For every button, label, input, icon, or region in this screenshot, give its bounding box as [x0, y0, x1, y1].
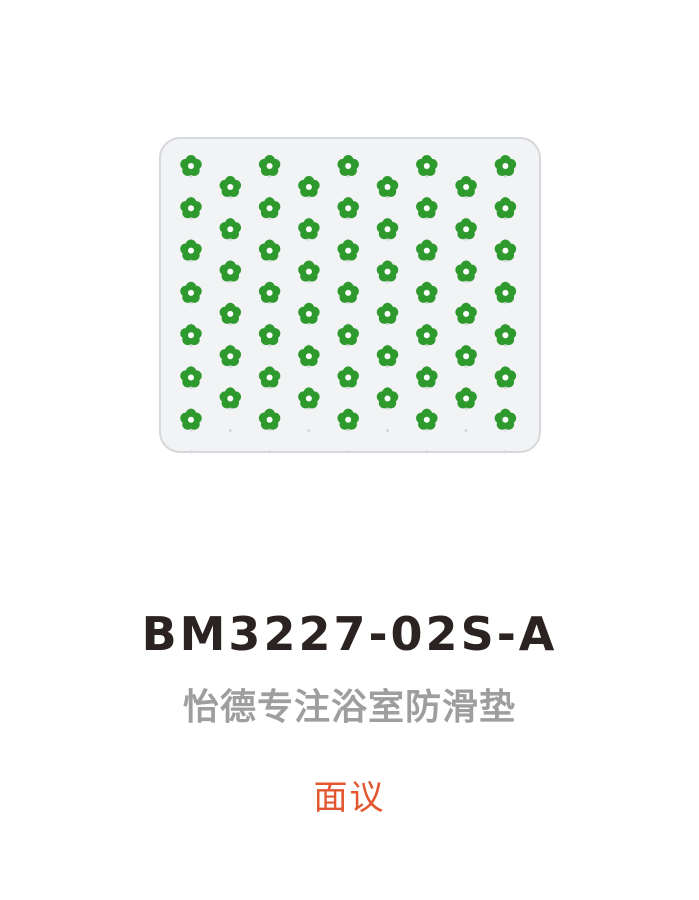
mat-drainage-hole	[503, 450, 507, 454]
mat-drainage-hole	[385, 428, 390, 433]
mat-drainage-hole	[346, 450, 350, 454]
product-image	[158, 136, 542, 454]
mat-drainage-hole	[268, 450, 272, 454]
product-name: 怡德专注浴室防滑垫	[182, 687, 516, 728]
price-label: 面议	[313, 778, 386, 818]
mat-drainage-hole	[464, 428, 468, 433]
bath-mat-illustration	[159, 137, 541, 454]
mat-drainage-hole	[228, 428, 232, 433]
model-code: BM3227-02S-A	[141, 607, 558, 661]
mat-drainage-hole	[189, 450, 193, 454]
mat-drainage-hole	[425, 450, 429, 454]
mat-drainage-hole	[307, 428, 311, 433]
